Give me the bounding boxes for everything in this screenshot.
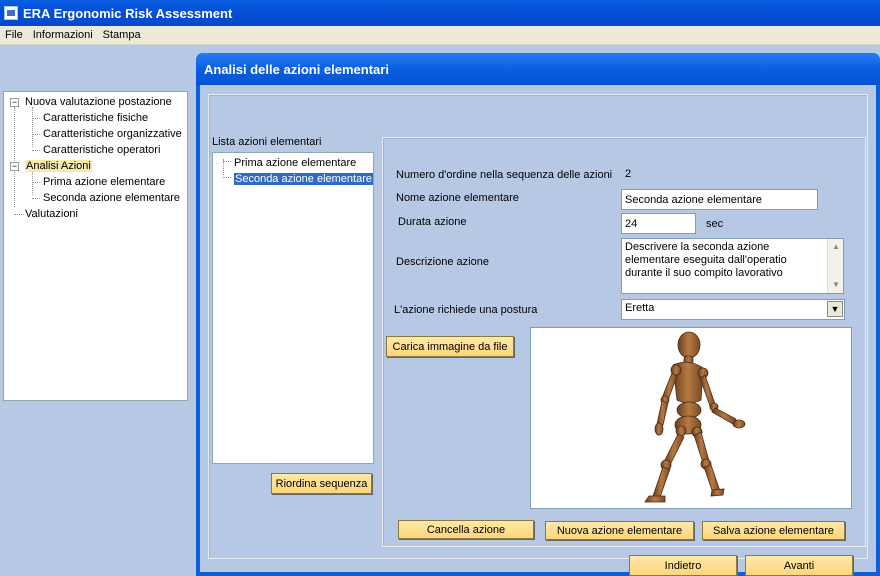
navigation-tree: − Nuova valutazione postazione Caratteri… — [10, 94, 190, 222]
list-item-label: Prima azione elementare — [234, 157, 357, 169]
tree-item-label: Caratteristiche organizzative — [43, 128, 182, 140]
scroll-down-icon[interactable]: ▼ — [828, 277, 844, 293]
actions-list-label: Lista azioni elementari — [212, 136, 322, 148]
tree-item-prima-azione[interactable]: Prima azione elementare — [10, 174, 190, 190]
posture-image — [530, 327, 852, 509]
menu-informazioni[interactable]: Informazioni — [28, 29, 98, 41]
duration-unit: sec — [706, 218, 724, 230]
menu-bar: File Informazioni Stampa — [0, 26, 880, 45]
tree-item-label: Caratteristiche fisiche — [43, 112, 149, 124]
description-scrollbar[interactable]: ▲ ▼ — [827, 239, 843, 293]
back-button[interactable]: Indietro — [629, 555, 737, 576]
new-action-button[interactable]: Nuova azione elementare — [545, 521, 694, 540]
tree-item-caratteristiche-organizzative[interactable]: Caratteristiche organizzative — [10, 126, 190, 142]
load-image-button[interactable]: Carica immagine da file — [386, 336, 514, 357]
tree-item-label: Valutazioni — [25, 208, 78, 220]
reorder-sequence-button[interactable]: Riordina sequenza — [271, 473, 372, 494]
analysis-window-title: Analisi delle azioni elementari — [196, 53, 880, 85]
tree-item-label: Caratteristiche operatori — [43, 144, 161, 156]
scroll-up-icon[interactable]: ▲ — [828, 239, 844, 255]
tree-item-nuova-valutazione[interactable]: − Nuova valutazione postazione — [10, 94, 190, 110]
tree-item-caratteristiche-operatori[interactable]: Caratteristiche operatori — [10, 142, 190, 158]
tree-item-label: Nuova valutazione postazione — [25, 96, 172, 108]
next-button[interactable]: Avanti — [745, 555, 853, 576]
description-text: Descrivere la seconda azione elementare … — [625, 241, 787, 279]
wooden-mannequin-image — [644, 331, 746, 503]
posture-label: L'azione richiede una postura — [394, 304, 538, 316]
posture-value: Eretta — [625, 302, 655, 314]
delete-action-button[interactable]: Cancella azione — [398, 520, 534, 539]
duration-input[interactable] — [621, 213, 696, 234]
duration-label: Durata azione — [398, 216, 467, 228]
posture-select[interactable]: Eretta ▼ — [621, 299, 845, 320]
order-value: 2 — [625, 168, 632, 180]
actions-list[interactable]: Prima azione elementare Seconda azione e… — [212, 152, 374, 464]
tree-item-valutazioni[interactable]: Valutazioni — [10, 206, 190, 222]
tree-item-caratteristiche-fisiche[interactable]: Caratteristiche fisiche — [10, 110, 190, 126]
title-bar: ERA Ergonomic Risk Assessment — [0, 0, 880, 26]
analysis-window-body: Lista azioni elementari Prima azione ele… — [200, 85, 876, 576]
name-label: Nome azione elementare — [396, 192, 519, 204]
window-title: ERA Ergonomic Risk Assessment — [23, 5, 233, 21]
menu-file[interactable]: File — [0, 29, 28, 41]
save-action-button[interactable]: Salva azione elementare — [702, 521, 845, 540]
menu-stampa[interactable]: Stampa — [98, 29, 146, 41]
tree-item-label: Analisi Azioni — [25, 160, 92, 172]
description-label: Descrizione azione — [396, 256, 489, 268]
action-name-input[interactable] — [621, 189, 818, 210]
order-label: Numero d'ordine nella sequenza delle azi… — [396, 169, 613, 181]
list-item-prima-azione[interactable]: Prima azione elementare — [213, 155, 373, 171]
tree-item-label: Prima azione elementare — [43, 176, 166, 188]
description-textarea[interactable]: Descrivere la seconda azione elementare … — [621, 238, 844, 294]
tree-item-seconda-azione[interactable]: Seconda azione elementare — [10, 190, 190, 206]
tree-item-analisi-azioni[interactable]: − Analisi Azioni — [10, 158, 190, 174]
app-icon — [4, 6, 18, 20]
list-item-label: Seconda azione elementare — [234, 173, 373, 185]
expand-icon[interactable]: − — [10, 162, 19, 171]
dropdown-arrow-icon[interactable]: ▼ — [827, 301, 843, 317]
list-item-seconda-azione[interactable]: Seconda azione elementare — [213, 171, 373, 187]
analysis-window: Analisi delle azioni elementari Lista az… — [196, 53, 880, 576]
expand-icon[interactable]: − — [10, 98, 19, 107]
tree-item-label: Seconda azione elementare — [43, 192, 180, 204]
navigation-tree-panel: − Nuova valutazione postazione Caratteri… — [3, 91, 188, 401]
